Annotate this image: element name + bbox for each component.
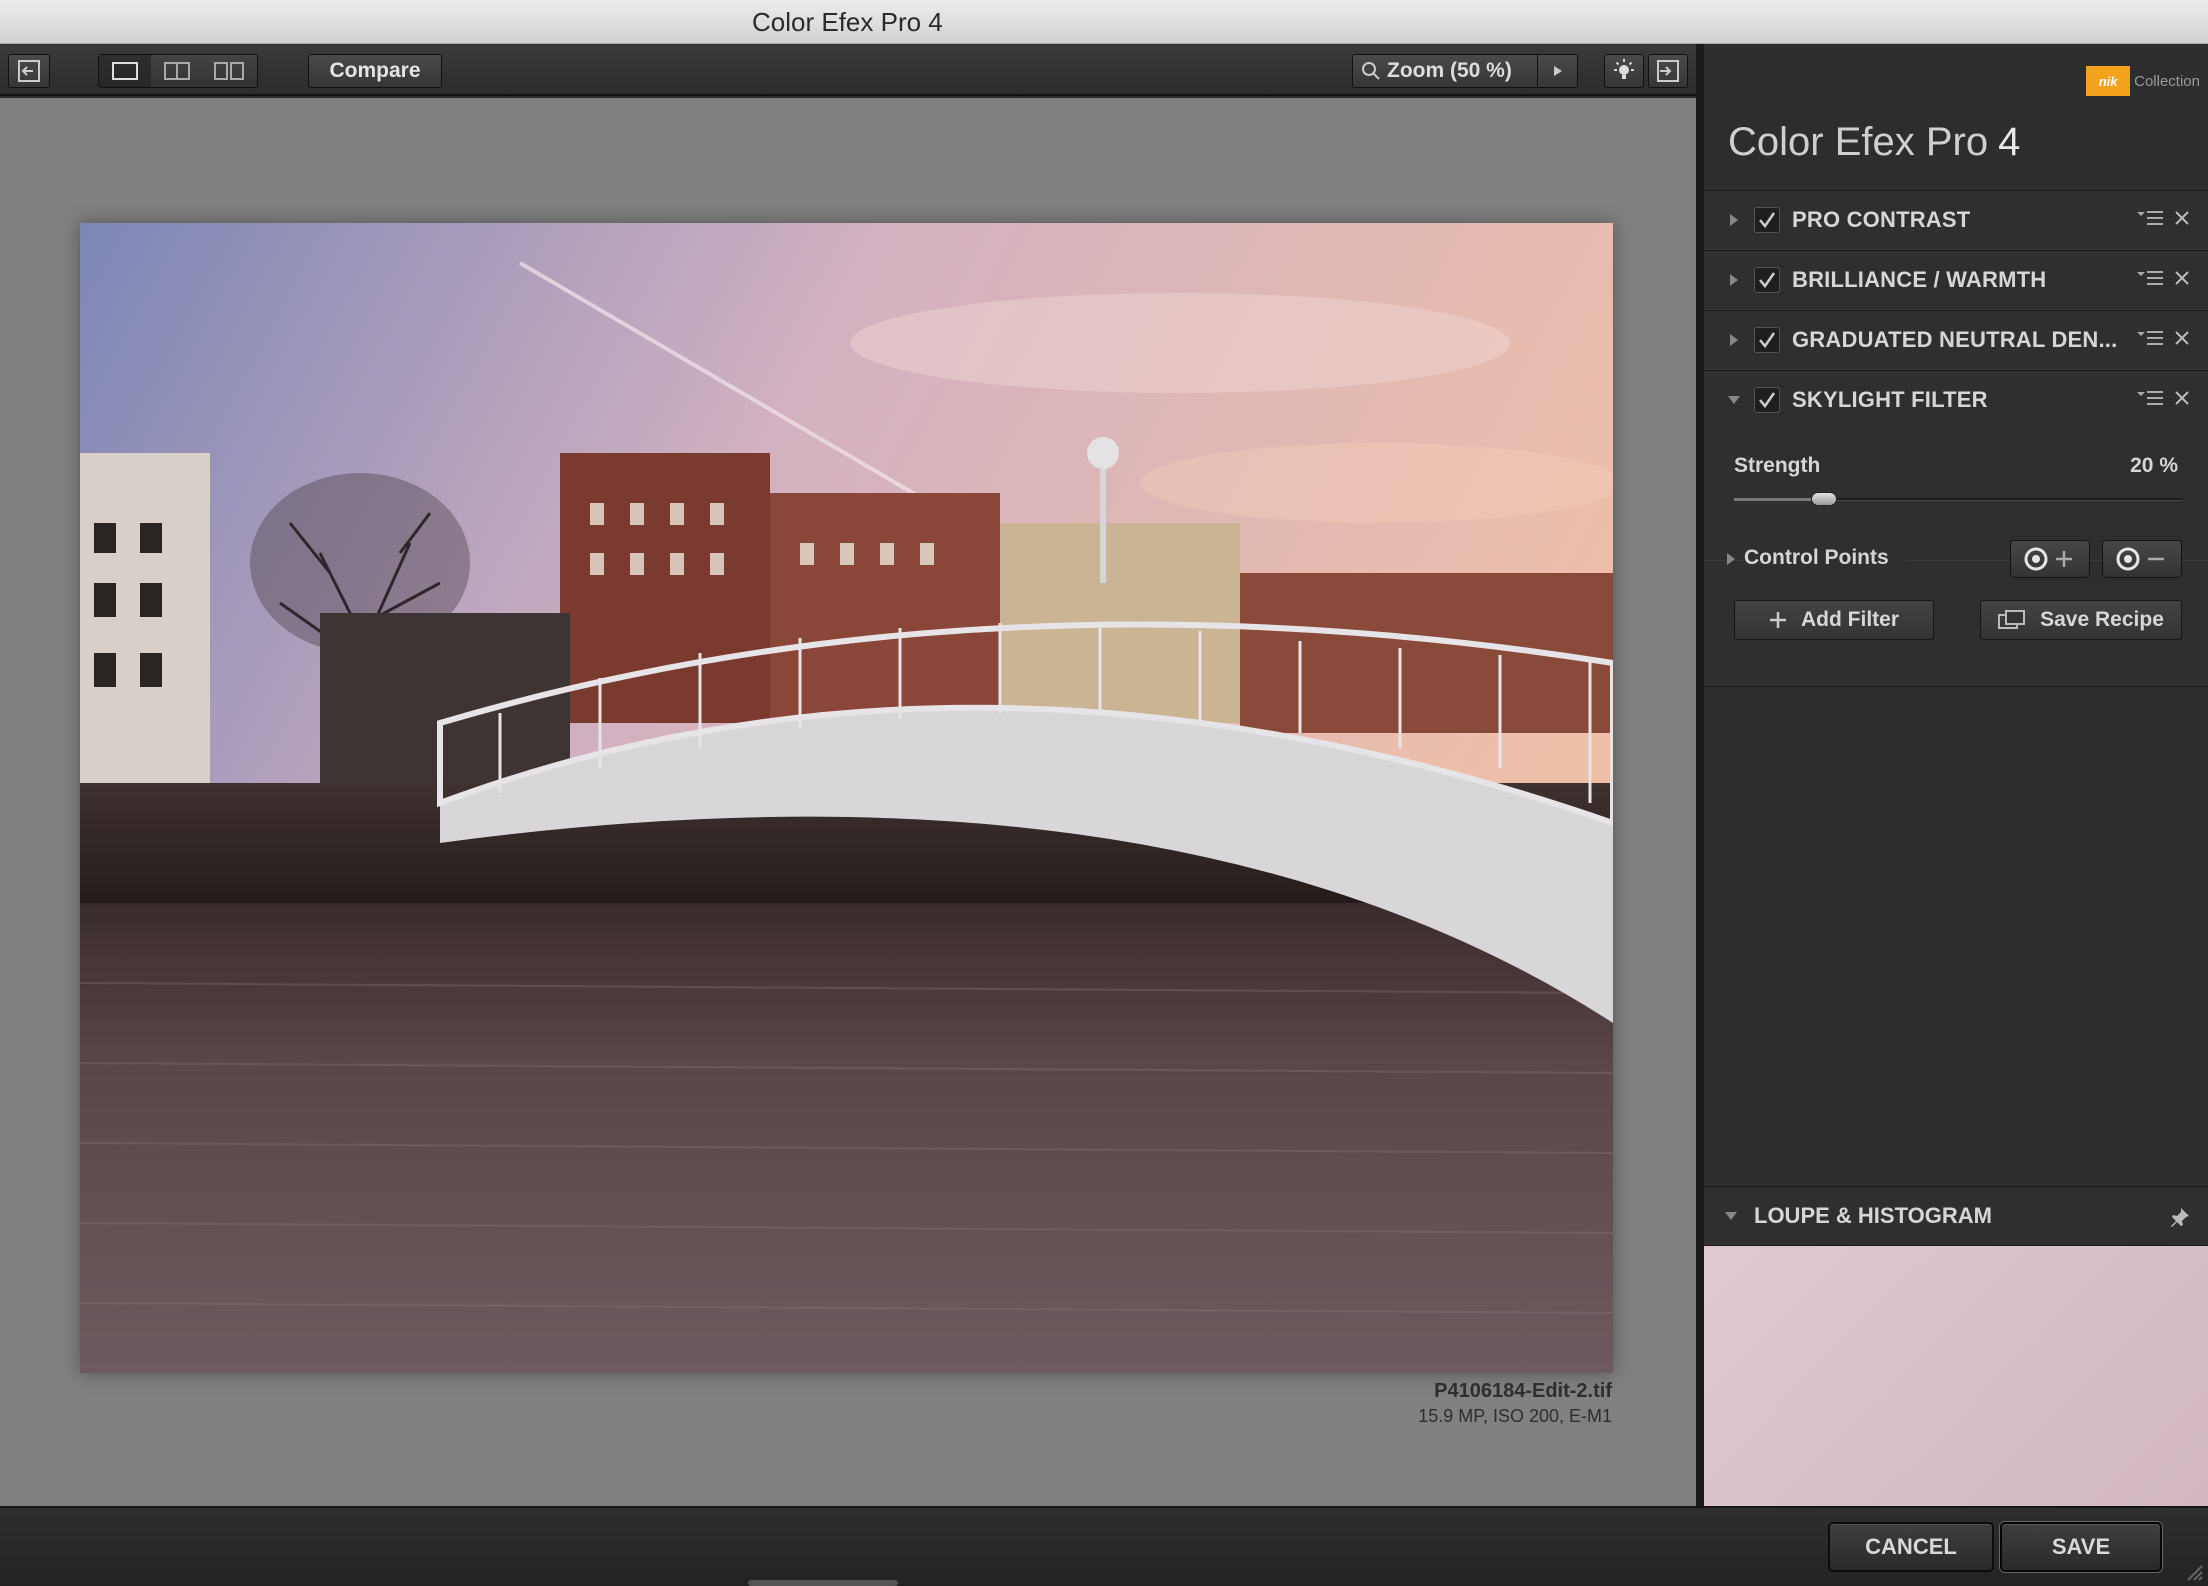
skylight-filter-settings: Strength 20 % Control Points Add Filter … (1704, 428, 2208, 686)
top-toolbar: Compare Zoom (50 %) (0, 44, 1698, 96)
toggle-panel-button[interactable] (1648, 54, 1688, 88)
checkmark-icon (1759, 272, 1776, 289)
filter-label: BRILLIANCE / WARMTH (1792, 267, 2047, 292)
control-point-add-icon (2024, 547, 2072, 571)
filter-label: PRO CONTRAST (1792, 207, 1971, 232)
single-view-icon (112, 62, 138, 80)
compare-button[interactable]: Compare (308, 54, 442, 88)
panel-title-version: 4 (1998, 120, 2021, 164)
image-metadata: 15.9 MP, ISO 200, E-M1 (1418, 1406, 1612, 1426)
expand-triangle-icon[interactable] (1726, 552, 1736, 571)
remove-control-point-button[interactable] (2102, 540, 2182, 578)
split-view-icon (164, 62, 190, 80)
zoom-label: Zoom (50 %) (1387, 59, 1512, 82)
checkmark-icon (1759, 392, 1776, 409)
filter-row-pro-contrast[interactable]: PRO CONTRAST (1704, 190, 2208, 250)
expand-triangle-icon[interactable] (1726, 213, 1742, 227)
close-icon[interactable] (2174, 210, 2190, 226)
filter-menu-icon[interactable] (2136, 209, 2164, 227)
filter-row-skylight-filter[interactable]: SKYLIGHT FILTER (1704, 370, 2208, 430)
filter-row-graduated-neutral-density[interactable]: GRADUATED NEUTRAL DEN... (1704, 310, 2208, 370)
panel-title: Color Efex Pro 4 (1728, 120, 2020, 165)
magnifier-icon (1362, 62, 1380, 80)
strength-slider[interactable] (1734, 492, 2182, 506)
checkmark-icon (1759, 212, 1776, 229)
bottom-bar: CANCEL SAVE (0, 1506, 2208, 1586)
window-titlebar: Color Efex Pro 4 (0, 0, 2208, 44)
save-recipe-label: Save Recipe (2040, 608, 2164, 631)
checkmark-icon (1759, 332, 1776, 349)
panel-divider[interactable] (1696, 44, 1704, 1506)
zoom-control[interactable]: Zoom (50 %) (1352, 54, 1538, 88)
filter-menu-icon[interactable] (2136, 389, 2164, 407)
filter-enable-checkbox[interactable] (1754, 267, 1780, 293)
side-by-side-view-icon (214, 62, 244, 80)
strength-slider-handle[interactable] (1810, 492, 1837, 506)
exit-arrow-icon (18, 60, 40, 82)
split-view-button[interactable] (151, 55, 203, 87)
collapse-triangle-icon[interactable] (1726, 395, 1742, 405)
horizontal-scroll-indicator[interactable] (748, 1580, 898, 1586)
add-filter-label: Add Filter (1801, 608, 1899, 631)
panel-toggle-icon (1657, 60, 1679, 82)
preview-canvas: P4106184-Edit-2.tif 15.9 MP, ISO 200, E-… (0, 98, 1696, 1506)
resize-grip-icon[interactable] (2182, 1560, 2204, 1582)
view-mode-group (98, 54, 258, 88)
background-brightness-button[interactable] (1604, 54, 1644, 88)
filter-enable-checkbox[interactable] (1754, 207, 1780, 233)
pin-icon[interactable] (2170, 1207, 2190, 1227)
filter-enable-checkbox[interactable] (1754, 327, 1780, 353)
preview-image[interactable] (80, 223, 1613, 1373)
expand-triangle-icon[interactable] (1726, 333, 1742, 347)
filter-label: SKYLIGHT FILTER (1792, 387, 1988, 412)
add-filter-button[interactable]: Add Filter (1734, 600, 1934, 640)
control-point-minus-icon (2116, 547, 2164, 571)
cancel-button[interactable]: CANCEL (1828, 1522, 1994, 1572)
single-view-button[interactable] (99, 55, 151, 87)
save-recipe-button[interactable]: Save Recipe (1980, 600, 2182, 640)
close-icon[interactable] (2174, 270, 2190, 286)
exit-to-host-button[interactable] (8, 54, 50, 88)
plus-icon (1770, 612, 1786, 628)
bridge-photo-graphic (80, 223, 1613, 1373)
filter-label: GRADUATED NEUTRAL DEN... (1792, 327, 2118, 352)
control-points-label: Control Points (1744, 546, 1907, 570)
loupe-histogram-label: LOUPE & HISTOGRAM (1754, 1203, 1992, 1228)
recipe-icon (1998, 610, 2026, 629)
nik-logo-text: Collection (2134, 72, 2200, 90)
expand-triangle-icon[interactable] (1726, 273, 1742, 287)
filter-panel: nik Collection Color Efex Pro 4 PRO CONTR… (1704, 44, 2208, 1506)
control-points-row: Control Points (1704, 536, 2208, 584)
strength-value[interactable]: 20 % (2130, 454, 2178, 478)
loupe-histogram-header[interactable]: LOUPE & HISTOGRAM (1704, 1186, 2208, 1246)
filter-enable-checkbox[interactable] (1754, 387, 1780, 413)
close-icon[interactable] (2174, 330, 2190, 346)
window-title: Color Efex Pro 4 (752, 7, 943, 37)
image-file-name: P4106184-Edit-2.tif (1434, 1380, 1612, 1402)
close-icon[interactable] (2174, 390, 2190, 406)
filter-row-brilliance-warmth[interactable]: BRILLIANCE / WARMTH (1704, 250, 2208, 310)
loupe-preview[interactable] (1704, 1246, 2208, 1506)
add-control-point-button[interactable] (2010, 540, 2090, 578)
save-button[interactable]: SAVE (2000, 1522, 2162, 1572)
filter-menu-icon[interactable] (2136, 269, 2164, 287)
strength-label: Strength (1734, 454, 1821, 477)
nik-logo-badge: nik (2086, 66, 2131, 96)
nik-collection-logo: nik Collection (2086, 66, 2200, 96)
filter-menu-icon[interactable] (2136, 329, 2164, 347)
triangle-right-icon (1553, 66, 1562, 76)
panel-title-text: Color Efex Pro (1728, 120, 1989, 164)
collapse-triangle-icon[interactable] (1724, 1211, 1738, 1221)
zoom-menu-button[interactable] (1538, 54, 1578, 88)
lightbulb-icon (1614, 59, 1634, 79)
side-by-side-view-button[interactable] (203, 55, 255, 87)
filter-panel-empty-area (1704, 686, 2208, 1186)
